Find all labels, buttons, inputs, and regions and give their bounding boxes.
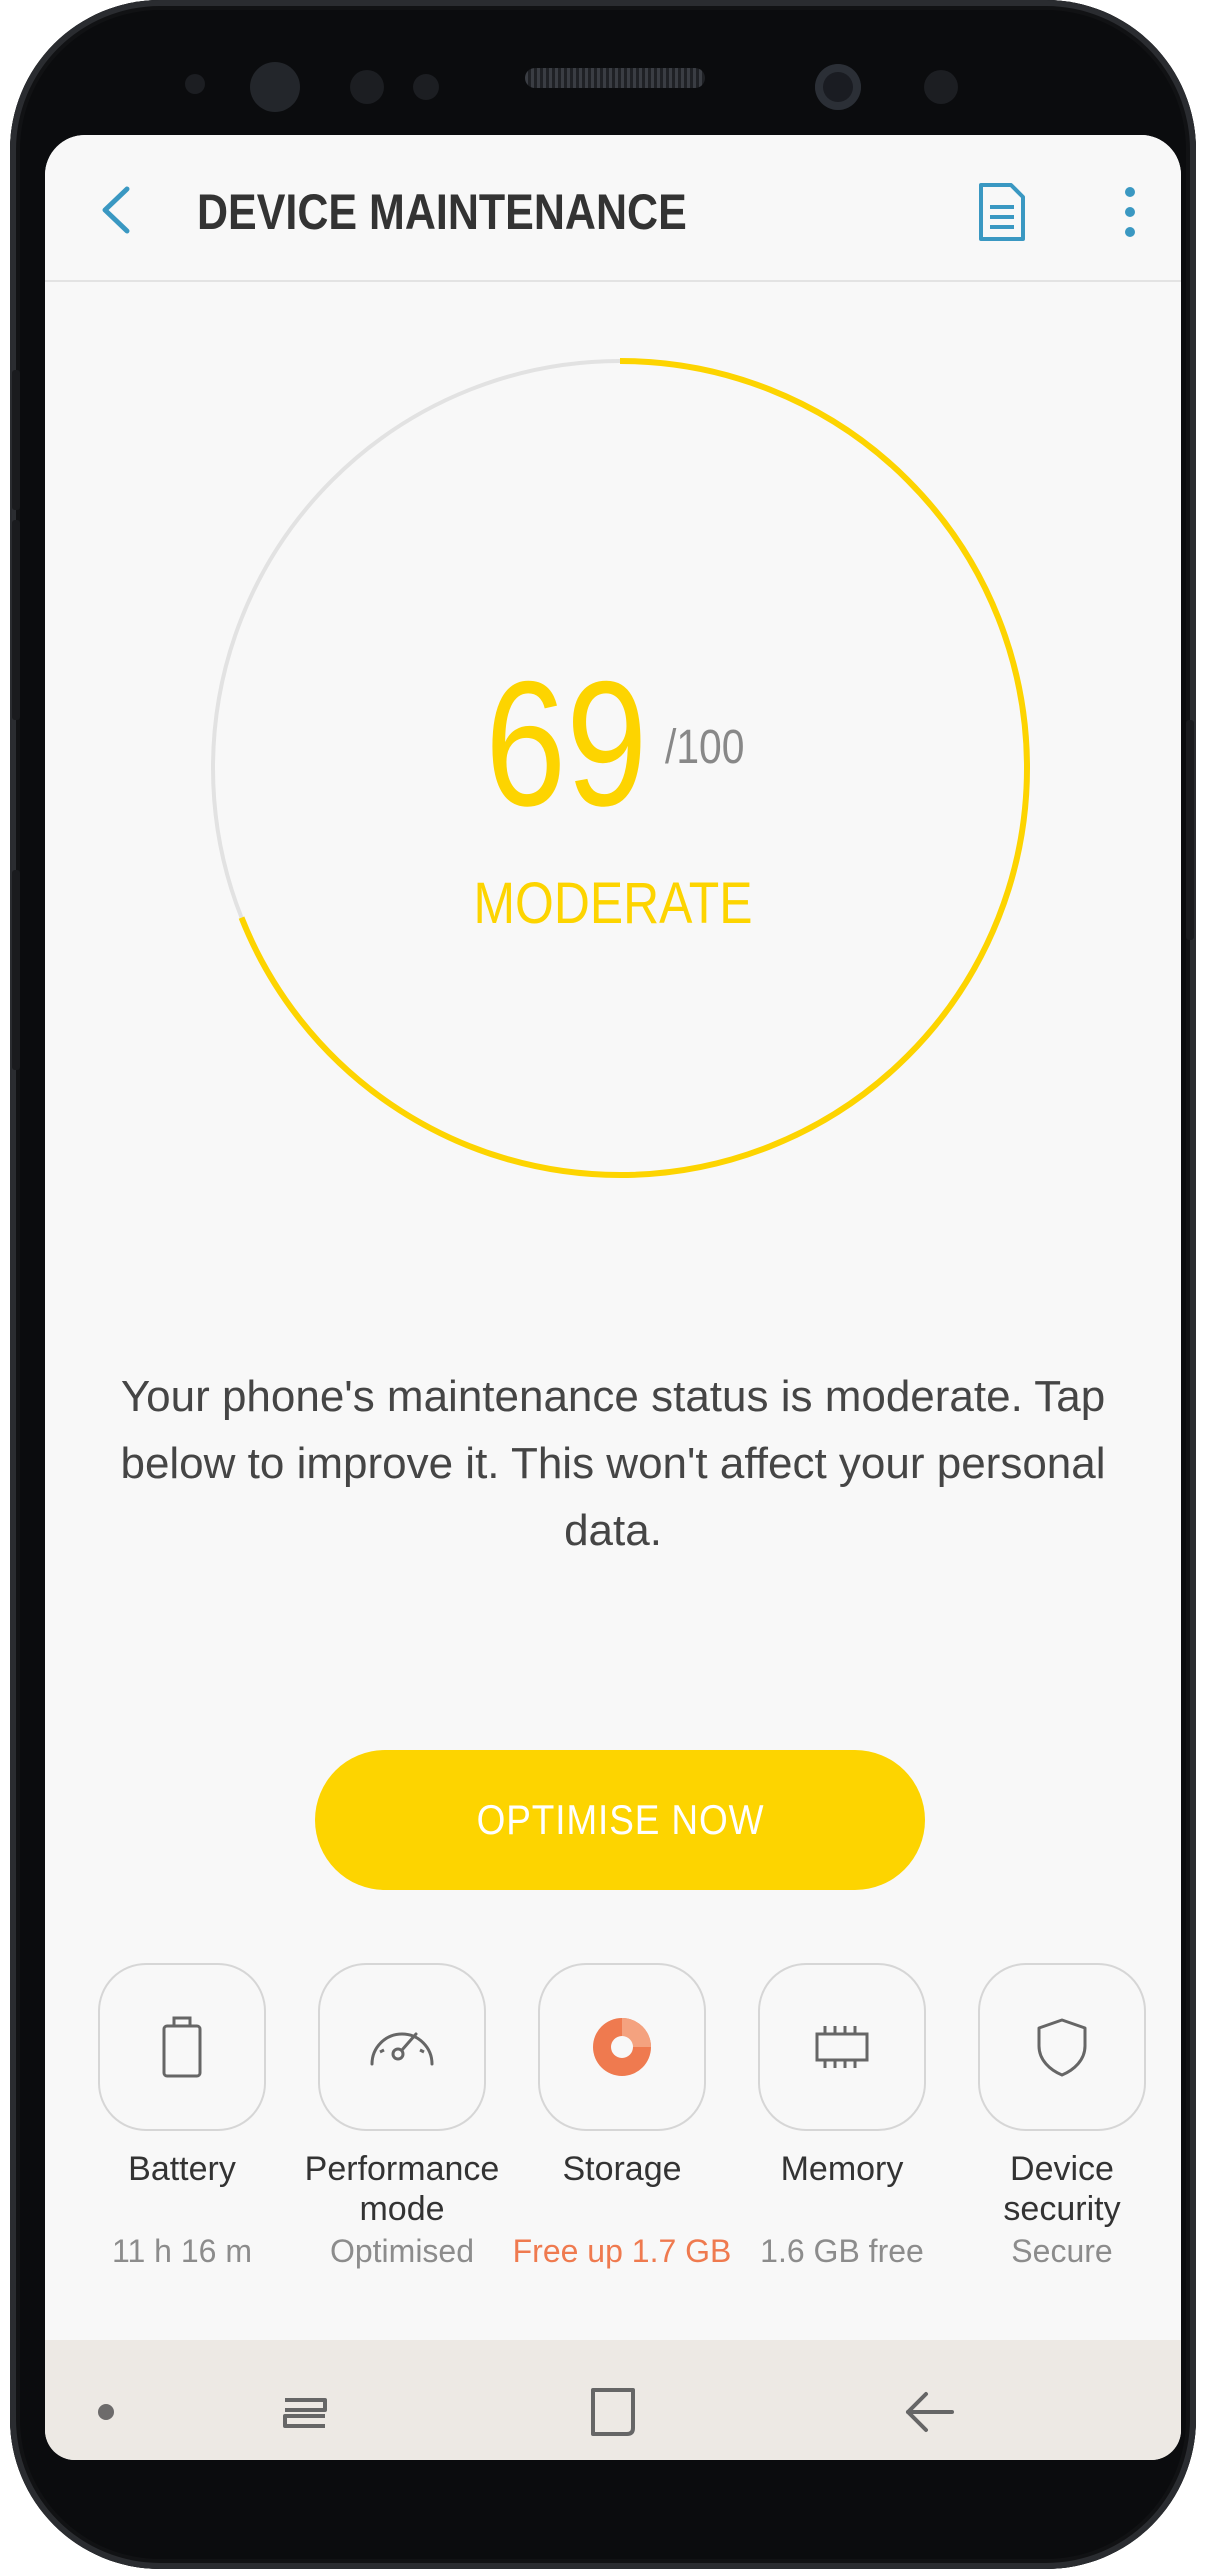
tile-status: Secure [1011, 2233, 1113, 2269]
sensor-dot [413, 74, 439, 100]
tile-label: Battery [128, 2150, 236, 2188]
maintenance-tiles: Battery 11 h 16 m Performance mode Optim… [45, 1963, 1181, 2283]
home-button[interactable] [573, 2372, 653, 2452]
bixby-key [12, 870, 20, 1070]
tile-icon-frame [318, 1963, 486, 2131]
score-gauge: 69 /100 MODERATE [45, 135, 1181, 1235]
tile-performance-mode[interactable]: Performance mode Optimised [291, 1963, 513, 2269]
score-max: /100 [665, 721, 745, 774]
sensor-dot [924, 70, 958, 104]
tile-icon-frame [538, 1963, 706, 2131]
tile-icon-frame [758, 1963, 926, 2131]
tile-device-security[interactable]: Device security Secure [951, 1963, 1173, 2269]
phone-frame: DEVICE MAINTENANCE 69 /100 MODERATE Your… [10, 0, 1196, 2569]
tile-status: Free up 1.7 GB [512, 2233, 732, 2269]
tile-icon-frame [98, 1963, 266, 2131]
shield-icon [1037, 2018, 1087, 2077]
optimise-now-label: OPTIMISE NOW [476, 1796, 764, 1843]
optimise-now-button[interactable]: OPTIMISE NOW [315, 1750, 925, 1890]
navigation-bar [45, 2340, 1181, 2460]
power-key [1186, 720, 1194, 940]
front-camera [815, 64, 861, 110]
earpiece-speaker [525, 68, 705, 88]
tile-label: Memory [780, 2150, 904, 2188]
sensor-dot [185, 74, 205, 94]
home-icon [591, 2388, 635, 2436]
iris-scanner [250, 62, 300, 112]
nav-dot-icon[interactable] [98, 2404, 114, 2420]
tile-battery[interactable]: Battery 11 h 16 m [71, 1963, 293, 2269]
back-nav-button[interactable] [890, 2372, 970, 2452]
tile-storage[interactable]: Storage Free up 1.7 GB [511, 1963, 733, 2269]
tile-icon-frame [978, 1963, 1146, 2131]
sensor-dot [350, 70, 384, 104]
back-arrow-icon [906, 2392, 954, 2432]
volume-down-key [12, 520, 20, 720]
tile-label: Device security [1003, 2150, 1121, 2228]
storage-pie-icon [593, 2018, 651, 2076]
score-value: 69 [485, 644, 648, 843]
tile-status: Optimised [329, 2233, 475, 2269]
tile-status: 11 h 16 m [112, 2233, 252, 2269]
recent-apps-icon [283, 2398, 327, 2428]
memory-chip-icon [815, 2026, 869, 2068]
tile-status: 1.6 GB free [760, 2233, 924, 2269]
volume-up-key [12, 370, 20, 510]
screen: DEVICE MAINTENANCE 69 /100 MODERATE Your… [45, 135, 1181, 2460]
tile-label: Storage [562, 2150, 682, 2188]
tile-memory[interactable]: Memory 1.6 GB free [731, 1963, 953, 2269]
score-status: MODERATE [473, 871, 753, 936]
battery-icon [162, 2016, 202, 2078]
tile-label: Performance mode [304, 2150, 500, 2228]
status-message: Your phone's maintenance status is moder… [120, 1372, 1106, 1555]
recent-apps-button[interactable] [265, 2372, 345, 2452]
speedometer-icon [370, 2032, 434, 2066]
